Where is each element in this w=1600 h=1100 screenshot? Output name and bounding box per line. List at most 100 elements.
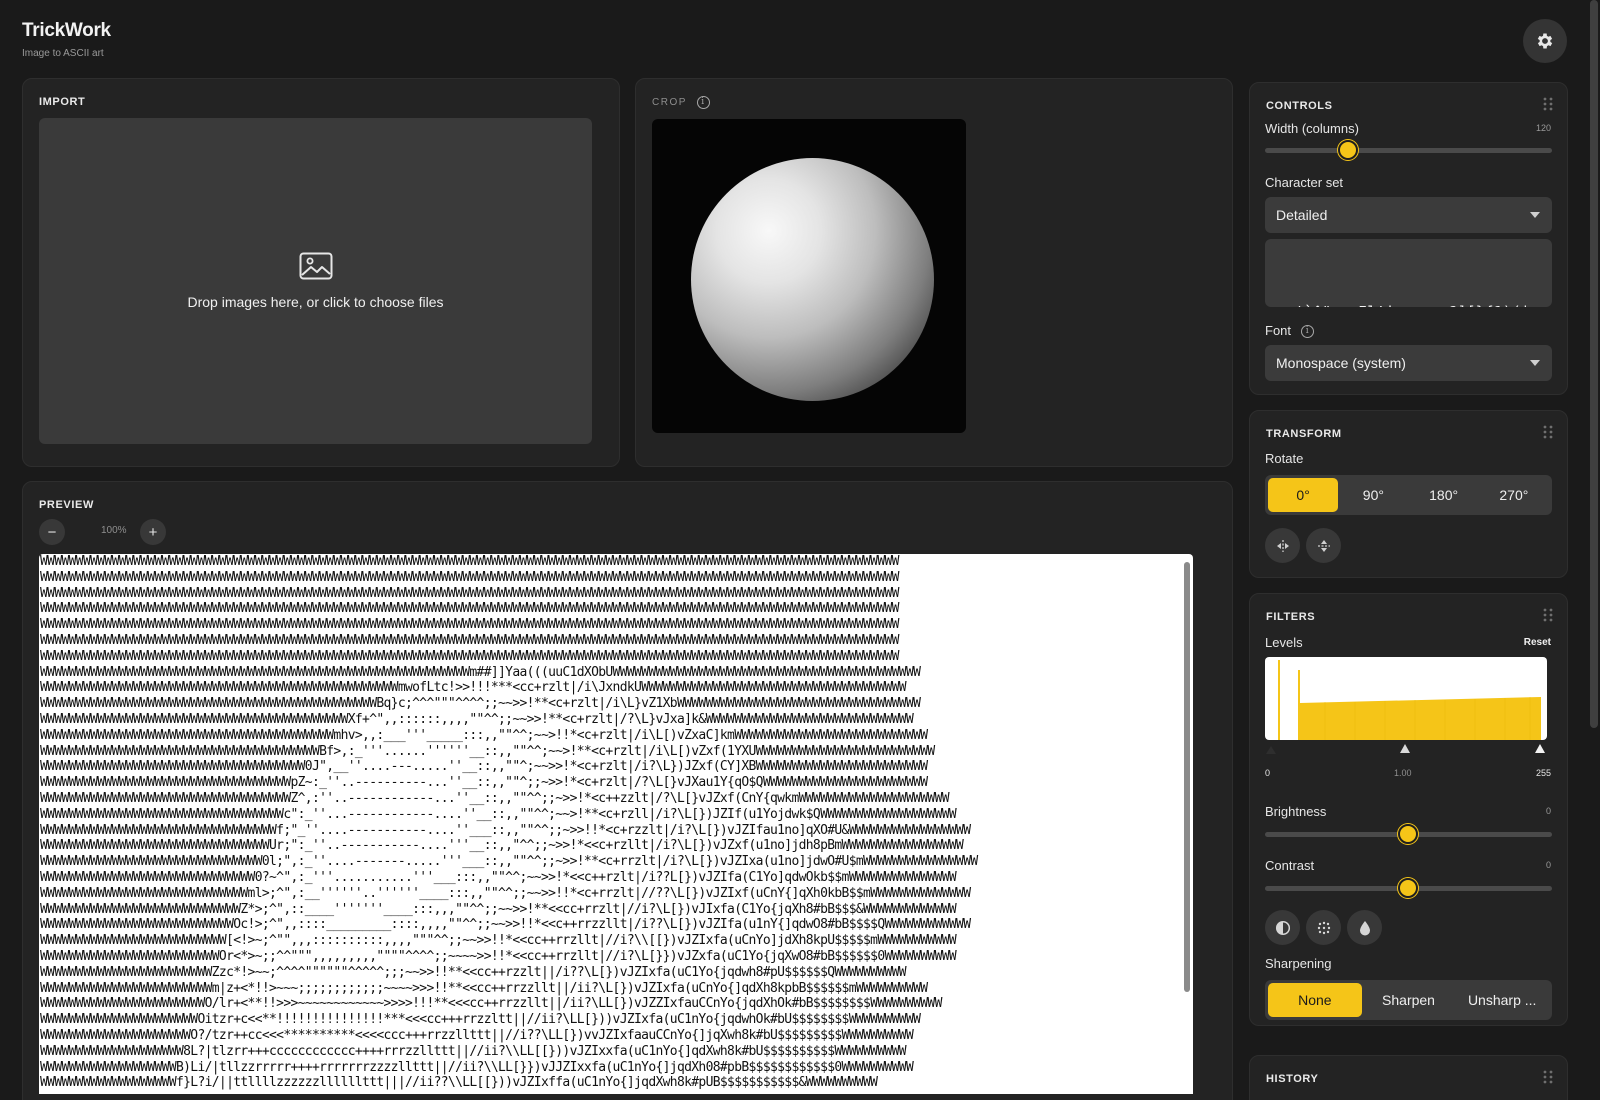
contrast-slider-thumb[interactable] (1398, 878, 1418, 898)
ascii-scrollbar[interactable] (1184, 562, 1190, 992)
font-select[interactable]: Monospace (system) (1265, 345, 1552, 381)
sharpening-unsharp-option[interactable]: Unsharp ... (1455, 983, 1549, 1017)
zoom-in-label: + (148, 523, 158, 541)
brightness-label: Brightness (1265, 804, 1327, 819)
ascii-line: WWWWWWWWWWWWWWWWWWWWWWWWWWWWWWWWWWWWWWWW… (40, 680, 907, 696)
ascii-line: WWWWWWWWWWWWWWWWWWWWWWWWWWWWWWWWWWWZ^,:'… (40, 790, 950, 806)
ascii-line: WWWWWWWWWWWWWWWWWWWWWWWWWWWWWWW0l;",:_''… (40, 854, 978, 870)
drag-handle-icon[interactable] (1543, 425, 1553, 444)
flip-vertical-icon (1317, 539, 1330, 552)
info-icon[interactable]: i (1300, 325, 1314, 339)
width-slider[interactable] (1265, 148, 1552, 153)
transform-panel: TRANSFORM Rotate 0° 90° 180° 270° (1249, 410, 1568, 578)
crop-canvas[interactable] (652, 119, 966, 433)
import-panel: IMPORT Drop images here, or click to cho… (22, 78, 620, 467)
ascii-line: WWWWWWWWWWWWWWWWWWWWWWWWWWWWWWWWWWWWWWWW… (40, 601, 899, 617)
zoom-in-button[interactable]: + (140, 519, 166, 545)
levels-gamma-value: 1.00 (1394, 768, 1412, 778)
flip-horizontal-icon (1276, 539, 1289, 552)
crop-image (691, 158, 934, 401)
sharpening-segmented: None Sharpen Unsharp ... (1265, 980, 1552, 1020)
rotate-180-option[interactable]: 180° (1409, 478, 1479, 512)
flip-vertical-button[interactable] (1306, 528, 1341, 563)
font-select-value: Monospace (system) (1276, 355, 1406, 371)
ascii-line: WWWWWWWWWWWWWWWWWWWWWWWWWWWWWWWWWWWWWWWW… (40, 696, 921, 712)
rotate-90-option[interactable]: 90° (1338, 478, 1408, 512)
ascii-line: WWWWWWWWWWWWWWWWWWWB)Li/|tllzzrrrrr++++r… (40, 1059, 914, 1075)
ascii-line: WWWWWWWWWWWWWWWWWWWWWWWWWWWWWWWWWWWWWWWW… (40, 648, 899, 664)
levels-black-handle[interactable] (1266, 746, 1276, 754)
font-label: Font i (1265, 323, 1314, 339)
width-label: Width (columns) (1265, 121, 1359, 136)
chevron-down-icon (1530, 360, 1540, 366)
ascii-line: WWWWWWWWWWWWWWWWWWWWWWWWWWWWWWWWWWWWWWWW… (40, 617, 899, 633)
ascii-line: WWWWWWWWWWWWWWWWWWWWWWWWWWWWWWWWWWWWWWWW… (40, 727, 928, 743)
sharpening-sharpen-option[interactable]: Sharpen (1362, 983, 1456, 1017)
app-subtitle: Image to ASCII art (22, 48, 104, 59)
ascii-line: WWWWWWWWWWWWWWWWWWWWWWWWWWWOc!>;^",,::::… (40, 917, 971, 933)
dropzone-text: Drop images here, or click to choose fil… (187, 294, 444, 310)
invert-button[interactable] (1265, 910, 1300, 945)
chevron-down-icon (1530, 212, 1540, 218)
ascii-line: WWWWWWWWWWWWWWWWWWWWWWWWWWWWWWWWWWWWWWWW… (40, 569, 899, 585)
width-slider-thumb[interactable] (1338, 140, 1359, 160)
zoom-out-button[interactable]: − (39, 519, 65, 545)
charset-label: Character set (1265, 175, 1344, 190)
ascii-line: WWWWWWWWWWWWWWWWWWWWWWWWWWWWWWWWWWWWWWWW… (40, 632, 899, 648)
settings-gear-icon (1537, 33, 1553, 49)
ascii-line: WWWWWWWWWWWWWWWWWWWWWWWWWWWWWWWWWWWWW0J"… (40, 759, 928, 775)
ascii-line: WWWWWWWWWWWWWWWWWWWWWWWWWWWWZ*>;^",::___… (40, 901, 957, 917)
rotate-label: Rotate (1265, 451, 1304, 466)
levels-gamma-handle[interactable] (1400, 744, 1410, 753)
page-scrollbar[interactable] (1590, 0, 1598, 728)
app-header: TrickWork Image to ASCII art (22, 20, 111, 59)
ascii-line: WWWWWWWWWWWWWWWWWWWWWWOitzr+c<<**!!!!!!!… (40, 1012, 921, 1028)
sharpening-label: Sharpening (1265, 956, 1332, 971)
settings-button[interactable] (1523, 19, 1567, 63)
dither-button[interactable] (1306, 910, 1341, 945)
sharpening-none-option[interactable]: None (1268, 983, 1362, 1017)
info-icon[interactable]: i (697, 96, 710, 109)
brightness-value: 0 (1545, 806, 1551, 816)
ascii-line: WWWWWWWWWWWWWWWWWWWWWWWWm|z+<*!!>~~~;;;;… (40, 980, 928, 996)
font-label-text: Font (1265, 323, 1292, 338)
histogram-chart (1278, 660, 1541, 740)
dither-icon (1317, 921, 1330, 934)
ascii-line: WWWWWWWWWWWWWWWWWWWWWWWWWOr<*>~;;^^""",,… (40, 948, 957, 964)
transform-title: TRANSFORM (1266, 428, 1342, 440)
preview-panel: PREVIEW − 100% + WWWWWWWWWWWWWWWWWWWWWWW… (22, 481, 1233, 1100)
levels-black-value: 0 (1265, 768, 1271, 778)
ascii-line: WWWWWWWWWWWWWWWWWWWWWWWWWWWWWWWWWWWpZ~:_… (40, 775, 928, 791)
levels-white-value: 255 (1535, 768, 1551, 778)
drop-icon (1359, 920, 1370, 935)
drag-handle-icon[interactable] (1543, 608, 1553, 627)
rotate-270-option[interactable]: 270° (1479, 478, 1549, 512)
ascii-line: WWWWWWWWWWWWWWWWWWWWWWWWWWWWWWWWWWWWWWWW… (40, 711, 914, 727)
zoom-out-label: − (47, 523, 57, 541)
invert-icon (1275, 920, 1290, 935)
levels-histogram[interactable] (1265, 657, 1547, 740)
ascii-line: WWWWWWWWWWWWWWWWWWWWWWWWWWWWWWWWWf;"_''.… (40, 822, 971, 838)
ascii-line: WWWWWWWWWWWWWWWWWWWWWWWWWWWWWml>;^",:__'… (40, 885, 971, 901)
levels-white-handle[interactable] (1535, 744, 1545, 753)
rotate-0-option[interactable]: 0° (1268, 478, 1339, 512)
charset-select[interactable]: Detailed (1265, 197, 1552, 233)
controls-panel: CONTROLS Width (columns) 120 Character s… (1249, 82, 1568, 395)
flip-horizontal-button[interactable] (1265, 528, 1300, 563)
levels-label: Levels (1265, 635, 1303, 650)
ascii-line: WWWWWWWWWWWWWWWWWWWWWWWWZzc*!>~~;^^^^"""… (40, 964, 907, 980)
drop-button[interactable] (1347, 910, 1382, 945)
brightness-slider-thumb[interactable] (1398, 824, 1418, 844)
ascii-line: WWWWWWWWWWWWWWWWWWWWWWWWWWWWWWWWWWc":_''… (40, 806, 957, 822)
charset-textarea[interactable]: .'`^",:;Il!i><~+_-?][}{1)(|\/tfjrxnuvczX… (1265, 239, 1552, 307)
ascii-line: WWWWWWWWWWWWWWWWWWWWWWWWWWWWWWWWWWWWWWWB… (40, 743, 935, 759)
ascii-line: WWWWWWWWWWWWWWWWWWWWWWWWWWWWWWWWWWWWWWWW… (40, 554, 899, 569)
levels-reset-button[interactable]: Reset (1524, 637, 1551, 648)
filters-panel: FILTERS Levels Reset 0 1.00 255 Brightne… (1249, 593, 1568, 1026)
dropzone[interactable]: Drop images here, or click to choose fil… (39, 118, 592, 444)
history-panel: HISTORY (1249, 1055, 1568, 1100)
drag-handle-icon[interactable] (1543, 1070, 1553, 1089)
drag-handle-icon[interactable] (1543, 97, 1553, 116)
ascii-output[interactable]: WWWWWWWWWWWWWWWWWWWWWWWWWWWWWWWWWWWWWWWW… (39, 554, 1193, 1094)
crop-panel: CROP i (635, 78, 1233, 467)
